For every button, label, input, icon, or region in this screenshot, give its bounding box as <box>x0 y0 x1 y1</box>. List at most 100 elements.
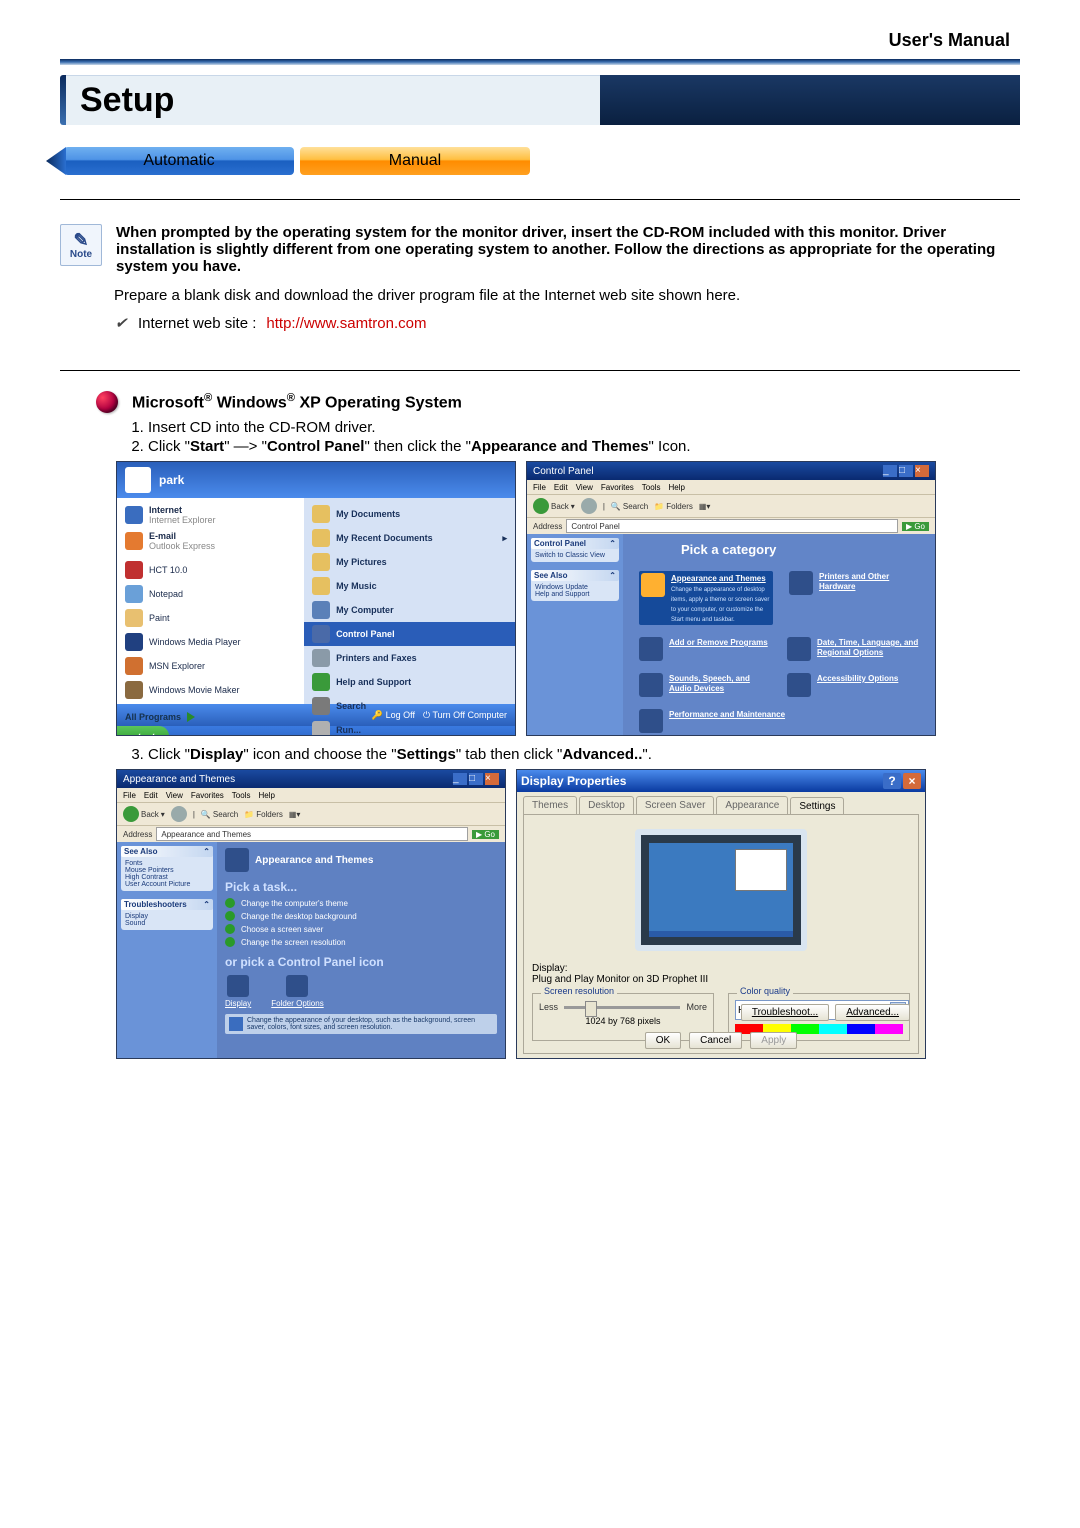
minimize-icon[interactable]: _ <box>453 773 467 785</box>
website-link[interactable]: http://www.samtron.com <box>266 315 426 332</box>
sm-controlpanel[interactable]: Control Panel <box>304 622 515 646</box>
sm-mycomp[interactable]: My Computer <box>304 598 515 622</box>
advanced-button[interactable]: Advanced... <box>835 1004 910 1021</box>
menu-file[interactable]: File <box>123 791 136 800</box>
sm-hct[interactable]: HCT 10.0 <box>117 558 304 582</box>
menu-fav[interactable]: Favorites <box>601 483 634 492</box>
tab-settings[interactable]: Settings <box>790 797 844 815</box>
apply-button[interactable]: Apply <box>750 1032 797 1049</box>
sm-internet[interactable]: InternetInternet Explorer <box>117 502 304 528</box>
menu-view[interactable]: View <box>576 483 593 492</box>
maximize-icon[interactable]: □ <box>899 465 913 477</box>
cat-sounds[interactable]: Sounds, Speech, and Audio Devices <box>639 673 771 697</box>
tab-themes[interactable]: Themes <box>523 796 577 814</box>
cat-access[interactable]: Accessibility Options <box>787 673 919 697</box>
menu-tools[interactable]: Tools <box>232 791 251 800</box>
sm-music[interactable]: My Music <box>304 574 515 598</box>
menu-help[interactable]: Help <box>258 791 274 800</box>
cat-appearance[interactable]: Appearance and ThemesChange the appearan… <box>639 571 773 625</box>
sm-logoff[interactable]: 🔑 Log Off <box>372 710 415 721</box>
display-value: Plug and Play Monitor on 3D Prophet III <box>532 974 910 985</box>
help-icon[interactable]: ? <box>883 773 901 789</box>
ts-sound[interactable]: Sound <box>125 920 209 927</box>
close-icon[interactable]: × <box>903 773 921 789</box>
icon-display[interactable]: Display <box>225 975 251 1008</box>
back-button[interactable]: Back ▾ <box>123 806 165 822</box>
sm-printers[interactable]: Printers and Faxes <box>304 646 515 670</box>
minimize-icon[interactable]: _ <box>883 465 897 477</box>
task-ss[interactable]: Choose a screen saver <box>225 924 497 934</box>
menu-edit[interactable]: Edit <box>554 483 568 492</box>
header-rule <box>60 59 1020 65</box>
search-button[interactable]: 🔍 Search <box>611 502 648 511</box>
switch-classic[interactable]: Switch to Classic View <box>535 552 615 559</box>
close-icon[interactable]: × <box>485 773 499 785</box>
views-button[interactable]: ▦▾ <box>289 810 301 819</box>
cat-addremove[interactable]: Add or Remove Programs <box>639 637 771 661</box>
sm-wmp[interactable]: Windows Media Player <box>117 630 304 654</box>
tab-automatic[interactable]: Automatic <box>64 147 294 175</box>
sm-mydocs[interactable]: My Documents <box>304 502 515 526</box>
sm-help[interactable]: Help and Support <box>304 670 515 694</box>
cancel-button[interactable]: Cancel <box>689 1032 742 1049</box>
maximize-icon[interactable]: □ <box>469 773 483 785</box>
search-button[interactable]: 🔍 Search <box>201 810 238 819</box>
see-also-1[interactable]: Windows Update <box>535 584 615 591</box>
pick-category: Pick a category <box>681 542 927 557</box>
sa-mouse[interactable]: Mouse Pointers <box>125 867 209 874</box>
website-label: Internet web site : <box>138 315 256 332</box>
sm-wmm[interactable]: Windows Movie Maker <box>117 678 304 702</box>
menu-tools[interactable]: Tools <box>642 483 661 492</box>
icon-folder-options[interactable]: Folder Options <box>271 975 323 1008</box>
tab-desktop[interactable]: Desktop <box>579 796 634 814</box>
setup-title: Setup <box>66 75 600 125</box>
resolution-slider[interactable]: Less More <box>539 1002 707 1012</box>
address-field[interactable]: Appearance and Themes <box>156 827 468 841</box>
sm-pics[interactable]: My Pictures <box>304 550 515 574</box>
see-also-2[interactable]: Help and Support <box>535 591 615 598</box>
step-3: Click "Display" icon and choose the "Set… <box>148 746 1020 763</box>
sm-recent[interactable]: My Recent Documents▸ <box>304 526 515 550</box>
menu-file[interactable]: File <box>533 483 546 492</box>
note-text: When prompted by the operating system fo… <box>116 224 1020 275</box>
tab-screensaver[interactable]: Screen Saver <box>636 796 715 814</box>
sa-contrast[interactable]: High Contrast <box>125 874 209 881</box>
tab-appearance[interactable]: Appearance <box>716 796 788 814</box>
ok-button[interactable]: OK <box>645 1032 681 1049</box>
sm-paint[interactable]: Paint <box>117 606 304 630</box>
menu-help[interactable]: Help <box>668 483 684 492</box>
fwd-button[interactable] <box>171 806 187 822</box>
sm-turnoff[interactable]: ⏻ Turn Off Computer <box>423 710 507 721</box>
sm-run[interactable]: Run... <box>304 718 515 736</box>
sm-notepad[interactable]: Notepad <box>117 582 304 606</box>
menu-view[interactable]: View <box>166 791 183 800</box>
cat-printers[interactable]: Printers and Other Hardware <box>789 571 919 625</box>
cat-date[interactable]: Date, Time, Language, and Regional Optio… <box>787 637 919 661</box>
back-button[interactable]: Back ▾ <box>533 498 575 514</box>
menu-edit[interactable]: Edit <box>144 791 158 800</box>
sa-fonts[interactable]: Fonts <box>125 860 209 867</box>
folders-button[interactable]: 📁 Folders <box>244 810 283 819</box>
ts-display[interactable]: Display <box>125 913 209 920</box>
go-button[interactable]: ▶ Go <box>472 830 499 839</box>
troubleshoot-button[interactable]: Troubleshoot... <box>741 1004 829 1021</box>
sm-msn[interactable]: MSN Explorer <box>117 654 304 678</box>
task-res[interactable]: Change the screen resolution <box>225 937 497 947</box>
menu-fav[interactable]: Favorites <box>191 791 224 800</box>
start-button[interactable]: start <box>117 726 169 736</box>
task-bg[interactable]: Change the desktop background <box>225 911 497 921</box>
sm-email[interactable]: E-mailOutlook Express <box>117 528 304 554</box>
sphere-icon <box>96 391 118 413</box>
tab-manual[interactable]: Manual <box>300 147 530 175</box>
address-field[interactable]: Control Panel <box>566 519 898 533</box>
folders-button[interactable]: 📁 Folders <box>654 502 693 511</box>
sa-userpic[interactable]: User Account Picture <box>125 881 209 888</box>
sm-all-programs[interactable]: All Programs <box>117 706 304 728</box>
task-theme[interactable]: Change the computer's theme <box>225 898 497 908</box>
cat-perf[interactable]: Performance and Maintenance <box>639 709 919 733</box>
views-button[interactable]: ▦▾ <box>699 502 711 511</box>
figure-row-2: Appearance and Themes_□× File Edit View … <box>116 769 1020 1059</box>
fwd-button[interactable] <box>581 498 597 514</box>
go-button[interactable]: ▶ Go <box>902 522 929 531</box>
close-icon[interactable]: × <box>915 465 929 477</box>
